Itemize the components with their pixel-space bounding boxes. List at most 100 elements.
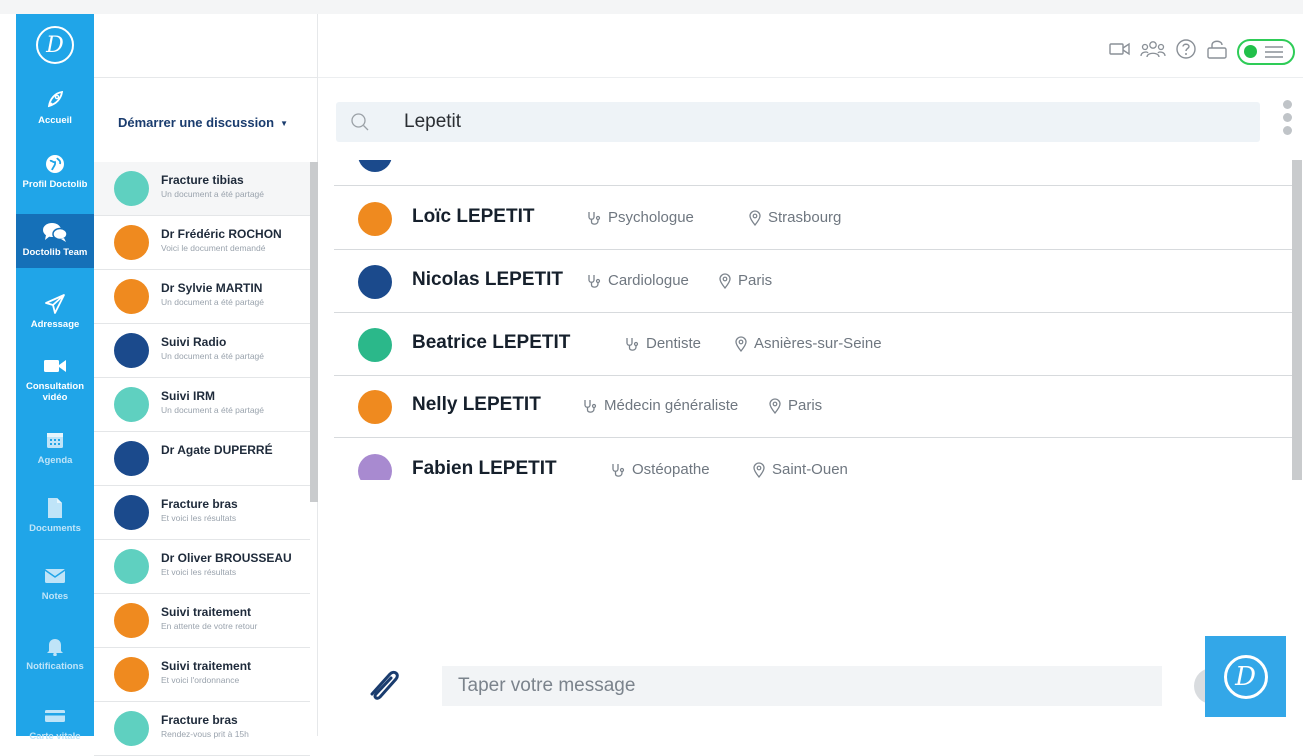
- nav-item-notifications[interactable]: Notifications: [16, 634, 94, 672]
- result-name: Nicolas LEPETIT: [412, 269, 563, 290]
- search-result[interactable]: Nelly LEPETIT Médecin généraliste Paris: [334, 376, 1292, 438]
- group-icon[interactable]: [1140, 39, 1166, 64]
- conversation-item[interactable]: Fracture bras Et voici les résultats: [94, 486, 310, 540]
- conversation-preview: Et voici les résultats: [161, 513, 237, 523]
- nav-item-adressage[interactable]: Adressage: [16, 292, 94, 330]
- result-name: Nelly LEPETIT: [412, 394, 541, 415]
- doctolib-logo[interactable]: D: [36, 26, 74, 64]
- conversation-title: Dr Sylvie MARTIN: [161, 281, 263, 295]
- avatar: [114, 171, 149, 206]
- avatar: [114, 711, 149, 746]
- search-result[interactable]: Loïc LEPETIT Psychologue Strasbourg: [334, 188, 1292, 250]
- message-input[interactable]: Taper votre message: [442, 666, 1162, 706]
- conversation-item[interactable]: Suivi IRM Un document a été partagé: [94, 378, 310, 432]
- specialty-label: Ostéopathe: [632, 461, 710, 478]
- avatar: [114, 279, 149, 314]
- conversation-preview: Un document a été partagé: [161, 297, 265, 307]
- help-icon[interactable]: [1175, 38, 1197, 65]
- start-discussion-label: Démarrer une discussion: [118, 115, 275, 130]
- stethoscope-icon: [626, 337, 639, 351]
- result-name: Loïc LEPETIT: [412, 206, 535, 227]
- city-label: Asnières-sur-Seine: [754, 335, 882, 352]
- conversation-preview: Et voici l'ordonnance: [161, 675, 240, 685]
- specialty-label: Psychologue: [608, 209, 694, 226]
- conversation-title: Suivi traitement: [161, 659, 252, 673]
- nav-item-notes[interactable]: Notes: [16, 564, 94, 602]
- results-scrollbar[interactable]: [1292, 160, 1302, 480]
- search-icon: [350, 112, 370, 137]
- nav-item-doctolib-team[interactable]: Doctolib Team: [16, 214, 94, 268]
- conversation-list: Fracture tibias Un document a été partag…: [94, 162, 310, 756]
- video-call-icon[interactable]: [1109, 40, 1131, 63]
- nav-item-accueil[interactable]: Accueil: [16, 88, 94, 126]
- avatar: [358, 328, 392, 362]
- conversation-title: Dr Agate DUPERRÉ: [161, 443, 273, 457]
- location-pin-icon: [753, 461, 765, 478]
- search-result[interactable]: Fabien LEPETIT Ostéopathe Saint-Ouen: [334, 440, 1292, 480]
- doctolib-widget-button[interactable]: D: [1205, 636, 1286, 717]
- nav-label: Adressage: [30, 319, 80, 330]
- conversation-item[interactable]: Suivi traitement Et voici l'ordonnance: [94, 648, 310, 702]
- conversation-title: Fracture bras: [161, 713, 238, 727]
- conversation-preview: Un document a été partagé: [161, 405, 265, 415]
- message-placeholder: Taper votre message: [458, 675, 636, 696]
- nav-label: Consultation vidéo: [25, 381, 85, 403]
- lock-icon[interactable]: [1206, 38, 1228, 65]
- nav-item-profil[interactable]: Profil Doctolib: [16, 152, 94, 190]
- avatar: [114, 387, 149, 422]
- search-input[interactable]: Lepetit: [404, 111, 461, 133]
- conversation-item[interactable]: Fracture tibias Un document a été partag…: [94, 162, 310, 216]
- status-toggle[interactable]: [1237, 38, 1295, 65]
- search-result[interactable]: Beatrice LEPETIT Dentiste Asnières-sur-S…: [334, 314, 1292, 376]
- conversation-item[interactable]: Dr Frédéric ROCHON Voici le document dem…: [94, 216, 310, 270]
- result-city: Strasbourg: [748, 209, 841, 226]
- conversation-preview: Un document a été partagé: [161, 189, 265, 199]
- main-topbar: [318, 14, 1303, 78]
- conversation-title: Fracture bras: [161, 497, 238, 511]
- start-discussion-dropdown[interactable]: Démarrer une discussion ▼: [118, 115, 288, 130]
- nav-item-agenda[interactable]: Agenda: [16, 428, 94, 466]
- search-result[interactable]: Nicolas LEPETIT Cardiologue Paris: [334, 251, 1292, 313]
- nav-label: Doctolib Team: [22, 247, 88, 258]
- conversation-item[interactable]: Dr Agate DUPERRÉ: [94, 432, 310, 486]
- location-pin-icon: [749, 209, 761, 226]
- toolbar-icons: [1109, 38, 1295, 65]
- avatar: [358, 390, 392, 424]
- search-bar[interactable]: Lepetit: [336, 102, 1260, 142]
- search-result-partial[interactable]: [334, 160, 1292, 186]
- nav-item-documents[interactable]: Documents: [16, 496, 94, 534]
- more-options-icon[interactable]: [1283, 100, 1293, 142]
- sidebar-nav: D Accueil Profil Doctolib Doctolib Team …: [16, 14, 94, 742]
- bell-icon: [46, 634, 64, 658]
- specialty-label: Cardiologue: [608, 272, 689, 289]
- city-label: Saint-Ouen: [772, 461, 848, 478]
- result-city: Paris: [768, 397, 822, 414]
- result-specialty: Dentiste: [624, 335, 701, 352]
- conversation-header: [94, 14, 318, 78]
- avatar: [114, 441, 149, 476]
- top-strip: [0, 0, 1303, 14]
- nav-item-carte-vitale[interactable]: Carte vitale: [16, 704, 94, 742]
- conversation-item[interactable]: Suivi Radio Un document a été partagé: [94, 324, 310, 378]
- card-icon: [44, 704, 66, 728]
- paper-plane-icon: [44, 292, 66, 316]
- conversation-item[interactable]: Dr Sylvie MARTIN Un document a été parta…: [94, 270, 310, 324]
- result-city: Saint-Ouen: [752, 461, 848, 478]
- caret-down-icon: ▼: [280, 119, 288, 129]
- conversation-title: Suivi traitement: [161, 605, 252, 619]
- nav-item-consultation[interactable]: Consultation vidéo: [16, 354, 94, 403]
- specialty-label: Médecin généraliste: [604, 397, 739, 414]
- conversation-preview: Un document a été partagé: [161, 351, 265, 361]
- nav-label: Documents: [29, 523, 81, 534]
- city-label: Strasbourg: [768, 209, 842, 226]
- conversation-item[interactable]: Dr Oliver BROUSSEAU Et voici les résulta…: [94, 540, 310, 594]
- conversation-item[interactable]: Fracture bras Rendez-vous prit à 15h: [94, 702, 310, 756]
- avatar: [358, 160, 392, 172]
- conversation-scrollbar[interactable]: [310, 162, 318, 502]
- chat-icon: [42, 220, 68, 244]
- paperclip-icon[interactable]: [364, 664, 408, 709]
- avatar: [114, 225, 149, 260]
- avatar: [358, 202, 392, 236]
- conversation-item[interactable]: Suivi traitement En attente de votre ret…: [94, 594, 310, 648]
- status-dot-icon: [1244, 45, 1257, 58]
